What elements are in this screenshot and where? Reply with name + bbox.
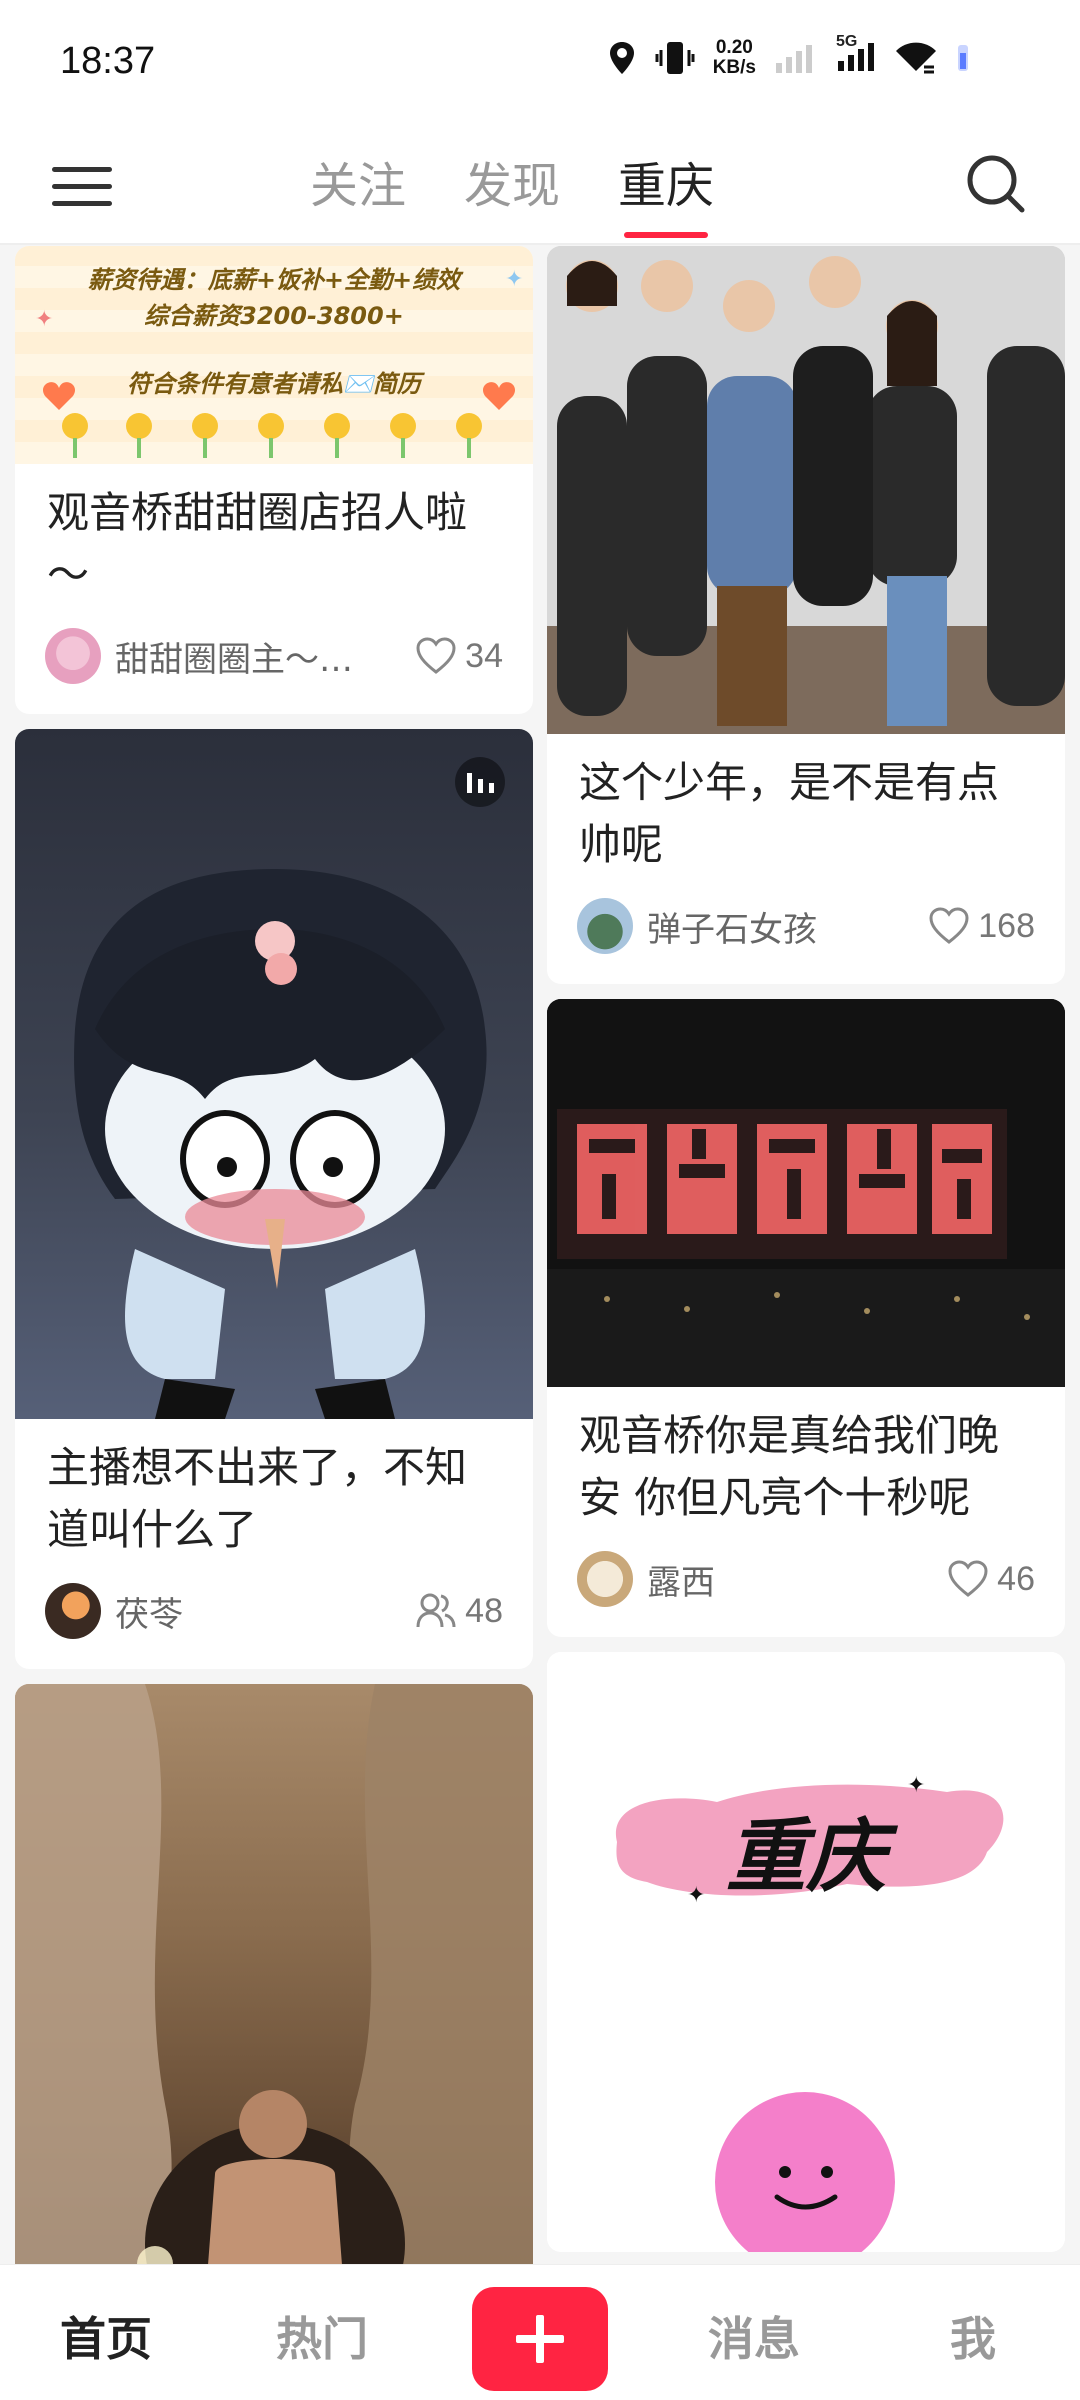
group-photo	[547, 246, 1065, 734]
like-count[interactable]: 168	[928, 906, 1035, 946]
card-image: ✦ ✦ 重庆	[547, 1652, 1065, 2252]
card-title: 观音桥你是真给我们晚安 你但凡亮个十秒呢	[579, 1411, 1000, 1522]
like-count[interactable]: 34	[415, 636, 503, 676]
feed-card[interactable]: 这个少年，是不是有点帅呢 弹子石女孩 168	[547, 246, 1065, 984]
author-name[interactable]: 露西	[647, 1555, 947, 1604]
nav-me[interactable]: 我	[950, 2303, 996, 2369]
tulip-decoration: ✦ ✦	[35, 267, 523, 458]
card-image	[15, 729, 533, 1419]
tab-discover[interactable]: 发现	[464, 148, 560, 224]
author-name[interactable]: 茯苓	[115, 1587, 415, 1636]
card-image: 薪资待遇：底薪+饭补+全勤+绩效 综合薪资3200-3800+ 符合条件有意者请…	[15, 246, 533, 464]
status-bar: 18:37 0.20 KB/s 5G	[0, 0, 1080, 130]
tab-follow[interactable]: 关注	[310, 148, 406, 224]
menu-line	[52, 166, 112, 172]
svg-text:✦: ✦	[35, 307, 53, 332]
feed: 薪资待遇：底薪+饭补+全勤+绩效 综合薪资3200-3800+ 符合条件有意者请…	[0, 246, 1080, 2264]
heart-icon	[948, 1560, 988, 1597]
menu-line	[52, 200, 112, 206]
card-image	[15, 1684, 533, 2264]
status-time: 18:37	[60, 40, 156, 82]
feed-card[interactable]: 观音桥你是真给我们晚安 你但凡亮个十秒呢 露西 46	[547, 999, 1065, 1637]
svg-text:✦: ✦	[505, 267, 523, 292]
sticker-text: 重庆	[726, 1810, 886, 1903]
card-meta: 甜甜圈圈主～… 34	[15, 606, 533, 714]
like-count[interactable]: 46	[947, 1559, 1035, 1599]
card-title: 观音桥甜甜圈店招人啦～	[47, 488, 468, 599]
card-meta: 茯苓 48	[15, 1561, 533, 1669]
heart-icon	[416, 637, 456, 674]
signal-weak-icon	[776, 45, 812, 73]
create-post-button[interactable]	[472, 2287, 608, 2391]
plus-icon	[516, 2315, 564, 2363]
tab-chongqing[interactable]: 重庆	[618, 148, 714, 238]
wifi-icon	[896, 42, 936, 74]
card-title: 主播想不出来了，不知道叫什么了	[47, 1443, 468, 1554]
feed-card[interactable]: 薪资待遇：底薪+饭补+全勤+绩效 综合薪资3200-3800+ 符合条件有意者请…	[15, 246, 533, 714]
feed-column-right: 这个少年，是不是有点帅呢 弹子石女孩 168 观音桥你是真给我们晚安 你但凡亮个…	[547, 246, 1065, 2264]
avatar[interactable]	[577, 898, 633, 954]
vibrate-icon	[655, 42, 695, 74]
search-icon[interactable]	[964, 152, 1028, 216]
people-icon	[416, 1593, 456, 1628]
feed-card[interactable]	[15, 1684, 533, 2264]
card-meta: 露西 46	[547, 1529, 1065, 1637]
channel-tabs: 关注 发现 重庆	[310, 148, 714, 238]
battery-icon	[958, 45, 968, 71]
cave-photo	[15, 1684, 533, 2264]
card-image	[547, 999, 1065, 1387]
heart-icon	[929, 907, 969, 944]
chongqing-sticker: ✦ ✦	[615, 1773, 1004, 2252]
card-image	[547, 246, 1065, 734]
author-name[interactable]: 甜甜圈圈主～…	[115, 632, 415, 681]
card-title: 这个少年，是不是有点帅呢	[579, 758, 1000, 869]
menu-button[interactable]	[52, 156, 112, 216]
night-building-photo	[547, 999, 1065, 1387]
signal-5g: 5G	[832, 33, 876, 77]
author-name[interactable]: 弹子石女孩	[647, 902, 928, 951]
cartoon-illustration	[74, 757, 505, 1419]
bottom-nav: 首页 热门 消息 我	[0, 2264, 1080, 2400]
avatar[interactable]	[45, 628, 101, 684]
menu-line	[52, 183, 112, 189]
feed-column-left: 薪资待遇：底薪+饭补+全勤+绩效 综合薪资3200-3800+ 符合条件有意者请…	[15, 246, 533, 2264]
status-icons: 0.20 KB/s 5G	[607, 33, 970, 78]
feed-card[interactable]: ✦ ✦ 重庆	[547, 1652, 1065, 2252]
card-meta: 弹子石女孩 168	[547, 876, 1065, 984]
avatar[interactable]	[577, 1551, 633, 1607]
nav-home[interactable]: 首页	[60, 2303, 152, 2369]
location-icon	[609, 42, 634, 74]
avatar[interactable]	[45, 1583, 101, 1639]
feed-card[interactable]: 主播想不出来了，不知道叫什么了 茯苓 48	[15, 729, 533, 1669]
net-speed: 0.20 KB/s	[712, 37, 756, 78]
viewer-count[interactable]: 48	[415, 1591, 503, 1631]
nav-hot[interactable]: 热门	[276, 2303, 368, 2369]
top-nav: 关注 发现 重庆	[0, 130, 1080, 245]
nav-messages[interactable]: 消息	[708, 2303, 800, 2369]
